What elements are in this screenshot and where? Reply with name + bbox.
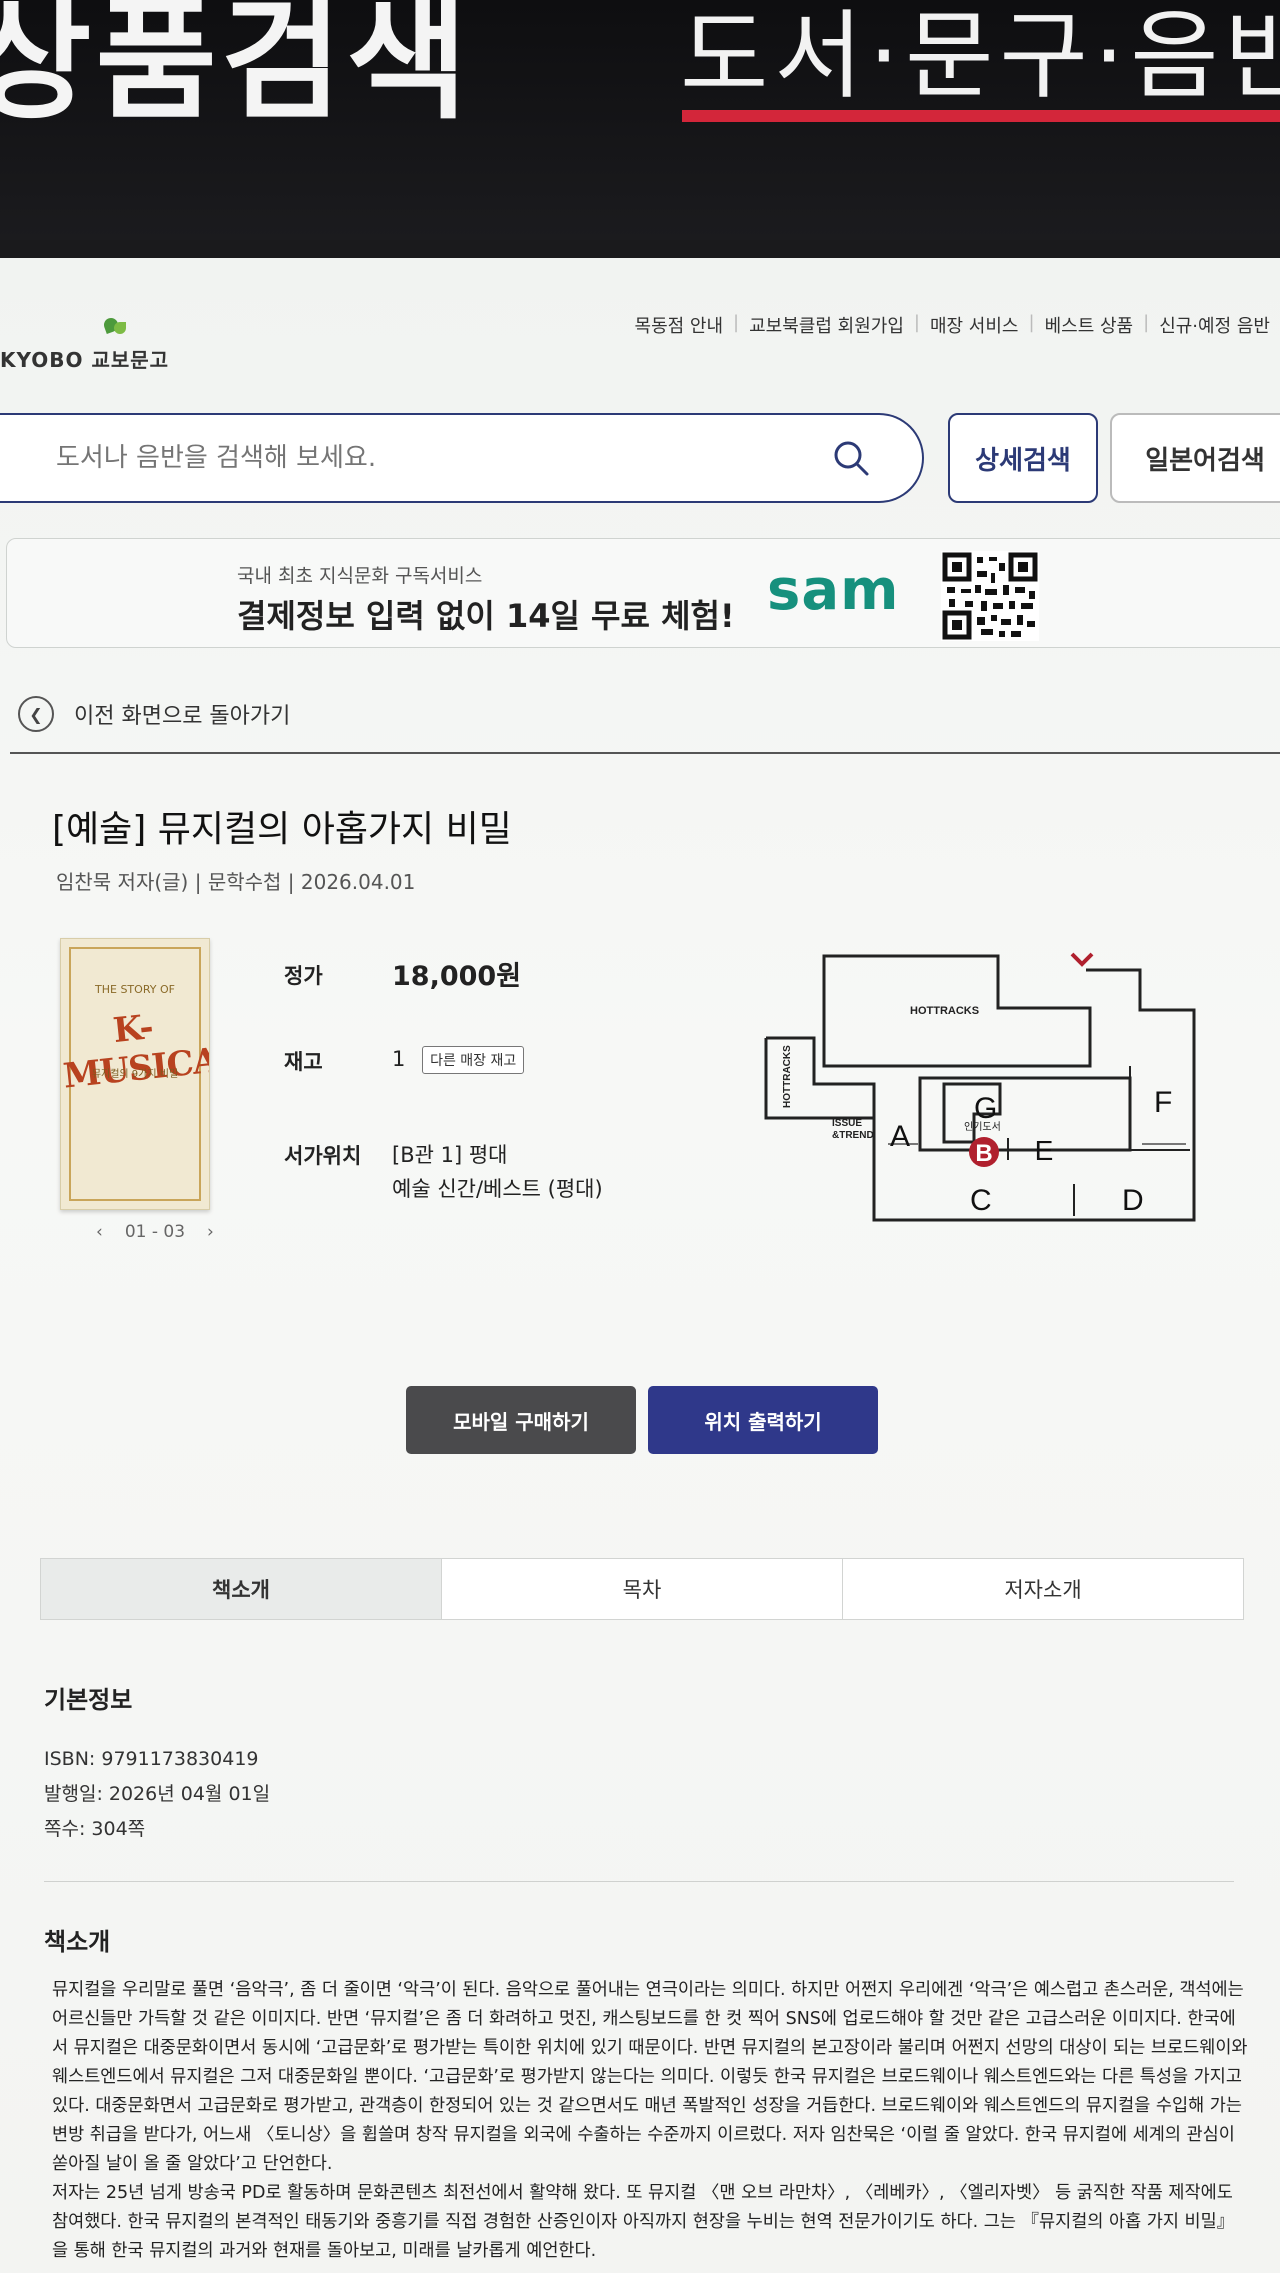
intro-title: 책소개 [44, 1928, 111, 1956]
chevron-left-icon: ❮ [18, 696, 54, 732]
logo-text: KYOBO 교보문고 [0, 348, 170, 372]
map-zone-f: F [1154, 1086, 1172, 1119]
chevron-right-icon[interactable]: › [207, 1222, 214, 1242]
signage-categories: 도서·문구·음반 [680, 0, 1280, 112]
shelf-line1: [B관 1] 평대 [392, 1143, 508, 1167]
mobile-buy-button[interactable]: 모바일 구매하기 [406, 1386, 636, 1454]
basic-info-title: 기본정보 [44, 1686, 133, 1714]
nav-best-products[interactable]: 베스트 상품 [1035, 312, 1144, 338]
qr-code-icon [941, 551, 1039, 641]
detail-tabs: 책소개 목차 저자소개 [40, 1558, 1244, 1620]
stock-row: 1 다른 매장 재고 [392, 1046, 525, 1074]
publish-date: 발행일: 2026년 04월 01일 [44, 1783, 271, 1805]
isbn: ISBN: 9791173830419 [44, 1748, 259, 1770]
pager-count: 01 - 03 [124, 1222, 186, 1242]
store-signage: 상품검색 도서·문구·음반 [0, 0, 1280, 240]
signage-red-stripe [682, 110, 1280, 122]
banner-subtitle: 국내 최초 지식문화 구독서비스 [237, 565, 483, 587]
divider [44, 1881, 1234, 1882]
cover-main-text: K-MUSICAL [61, 1007, 210, 1097]
map-zone-d: D [1122, 1184, 1144, 1217]
detail-search-button[interactable]: 상세검색 [948, 413, 1098, 503]
map-label-issue: ISSUE [832, 1118, 862, 1129]
price-value: 18,000원 [392, 961, 522, 992]
nav-store-info[interactable]: 목동점 안내 [625, 312, 734, 338]
book-meta: 임찬묵 저자(글) | 문학수첩 | 2026.04.01 [56, 870, 416, 894]
book-title: [예술] 뮤지컬의 아홉가지 비밀 [52, 809, 512, 850]
sam-banner[interactable]: 국내 최초 지식문화 구독서비스 결제정보 입력 없이 14일 무료 체험! s… [6, 538, 1280, 648]
divider [10, 752, 1280, 754]
tab-contents[interactable]: 목차 [442, 1559, 843, 1619]
map-label-popular: 인기도서 [964, 1121, 1001, 1133]
tab-author[interactable]: 저자소개 [843, 1559, 1243, 1619]
search-icon[interactable] [832, 439, 870, 477]
nav-new-albums[interactable]: 신규·예정 음반 [1149, 312, 1280, 338]
sam-logo: sam [767, 558, 900, 623]
cover-pager: ‹ 01 - 03 › [96, 1222, 214, 1242]
map-label-hottracks: HOTTRACKS [910, 1005, 979, 1017]
book-cover-image[interactable]: THE STORY OF K-MUSICAL 뮤지컬의 9가지 비밀 [60, 938, 210, 1210]
search-bar [0, 413, 924, 503]
chevron-left-icon[interactable]: ‹ [96, 1222, 103, 1242]
intro-body: 뮤지컬을 우리말로 풀면 ‘음악극’, 좀 더 줄이면 ‘악극’이 된다. 음악… [52, 1976, 1248, 2266]
nav-store-service[interactable]: 매장 서비스 [920, 312, 1029, 338]
kyobo-leaf-icon [98, 316, 132, 342]
basic-info: ISBN: 9791173830419 발행일: 2026년 04월 01일 쪽… [44, 1742, 270, 1847]
cover-small-text: THE STORY OF [95, 983, 175, 996]
map-zone-g: G [974, 1092, 997, 1125]
stock-label: 재고 [284, 1050, 323, 1074]
banner-headline: 결제정보 입력 없이 14일 무료 체험! [237, 597, 735, 635]
price-label: 정가 [284, 964, 323, 988]
cover-sub-text: 뮤지컬의 9가지 비밀 [91, 1069, 179, 1080]
kyobo-logo[interactable]: KYOBO 교보문고 [0, 316, 169, 373]
page-count: 쪽수: 304쪽 [44, 1818, 146, 1840]
back-label: 이전 화면으로 돌아가기 [74, 704, 291, 729]
signage-product-search: 상품검색 [0, 0, 472, 138]
shelf-line2: 예술 신간/베스트 (평대) [392, 1177, 603, 1201]
intro-paragraph: 저자는 25년 넘게 방송국 PD로 활동하며 문화콘텐츠 최전선에서 활약해 … [52, 2183, 1235, 2261]
nav-bookclub-join[interactable]: 교보북클럽 회원가입 [739, 312, 914, 338]
intro-paragraph: 뮤지컬을 우리말로 풀면 ‘음악극’, 좀 더 줄이면 ‘악극’이 된다. 음악… [52, 1980, 1248, 2174]
print-location-button[interactable]: 위치 출력하기 [648, 1386, 878, 1454]
map-zone-a: A [890, 1120, 910, 1153]
tab-book-intro[interactable]: 책소개 [41, 1559, 442, 1619]
map-zone-b: B [975, 1140, 992, 1167]
map-label-hottracks-side: HOTTRACKS [782, 1045, 793, 1108]
top-nav: 목동점 안내 | 교보북클럽 회원가입 | 매장 서비스 | 베스트 상품 | 신규·예… [625, 312, 1280, 338]
location-chevron-icon [1070, 952, 1094, 967]
store-map: HOTTRACKS HOTTRACKS ISSUE &TREND A G 인기도… [764, 952, 1196, 1222]
japanese-search-button[interactable]: 일본어검색 [1110, 413, 1280, 503]
search-input[interactable] [56, 443, 816, 473]
map-label-trend: &TREND [832, 1130, 874, 1141]
other-store-stock-button[interactable]: 다른 매장 재고 [422, 1046, 525, 1074]
map-zone-c: C [970, 1184, 992, 1217]
shelf-location: [B관 1] 평대 예술 신간/베스트 (평대) [392, 1138, 603, 1206]
kiosk-screen: KYOBO 교보문고 목동점 안내 | 교보북클럽 회원가입 | 매장 서비스 | 베… [0, 258, 1280, 2273]
back-button[interactable]: ❮ 이전 화면으로 돌아가기 [18, 696, 290, 732]
stock-value: 1 [392, 1047, 406, 1071]
map-zone-e: E [1035, 1135, 1054, 1166]
shelf-label: 서가위치 [284, 1144, 362, 1168]
